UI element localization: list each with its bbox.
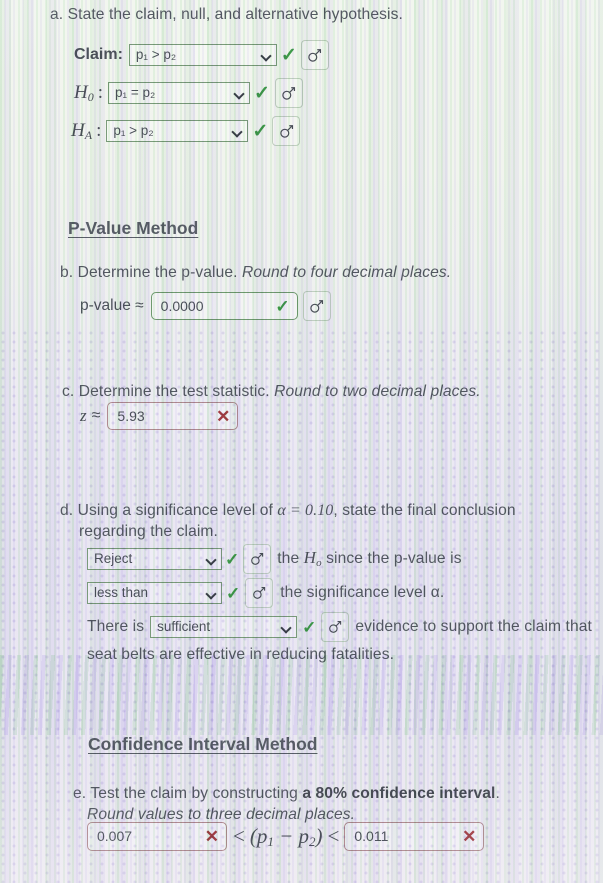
claim-select[interactable]: p₁ > p₂	[128, 44, 277, 66]
comparison-trailing-text: the significance level α.	[280, 584, 445, 602]
part-e-plain1: e. Test the claim by constructing	[73, 785, 303, 802]
mars-symbol-icon	[253, 587, 266, 599]
part-d-prompt-line1: d. Using a significance level of α = 0.1…	[60, 500, 516, 522]
pvalue-correct-check-icon: ✓	[275, 296, 290, 316]
ha-select-value: p₁ > p₂	[113, 122, 154, 138]
sufficiency-select-value: sufficient	[157, 618, 211, 634]
part-c-prompt-plain: c. Determine the test statistic.	[62, 383, 275, 400]
pvalue-label: p-value ≈	[80, 296, 144, 314]
part-e-bold: a 80% confidence interval	[302, 785, 496, 802]
comparison-select[interactable]: less than	[87, 582, 222, 604]
confidence-interval-method-heading: Confidence Interval Method	[88, 734, 318, 754]
z-label: z	[80, 405, 87, 425]
claim-hint-button[interactable]	[300, 40, 329, 70]
h0-row: H0 : p₁ = p₂ ✓	[74, 78, 303, 108]
mars-symbol-icon	[280, 124, 293, 138]
comparison-select-value: less than	[94, 584, 149, 600]
ha-row: HA : p₁ > p₂ ✓	[71, 116, 301, 146]
screenshot-page: a. State the claim, null, and alternativ…	[0, 0, 603, 883]
h0-select[interactable]: p₁ = p₂	[108, 82, 251, 104]
ha-label: HA	[71, 120, 93, 143]
part-d-final-line: seat belts are effective in reducing fat…	[87, 646, 395, 663]
part-d-prompt-b: , state the final conclusion	[333, 502, 516, 519]
chevron-down-icon	[261, 50, 272, 61]
h0-correct-check-icon: ✓	[254, 82, 270, 104]
decision-h-symbol: H	[303, 548, 317, 568]
decision-select[interactable]: Reject	[87, 548, 222, 570]
part-c-prompt: c. Determine the test statistic. Round t…	[62, 381, 481, 402]
confidence-interval-row: 0.007 ✕ < (p1 − p2) < 0.011 ✕	[87, 822, 485, 851]
part-c-prompt-italic: Round to two decimal places.	[274, 383, 481, 400]
ha-select[interactable]: p₁ > p₂	[106, 120, 249, 142]
ha-correct-check-icon: ✓	[252, 120, 269, 142]
part-d-alpha-level: α = 0.10	[277, 502, 334, 519]
ci-lower-value: 0.007	[97, 828, 133, 845]
ci-upper-input[interactable]: 0.011 ✕	[344, 822, 485, 851]
mars-symbol-icon	[282, 86, 296, 100]
claim-row: Claim: p₁ > p₂ ✓	[74, 40, 329, 70]
sufficiency-correct-check-icon: ✓	[302, 617, 317, 637]
claim-label: Claim:	[74, 46, 123, 64]
decision-row: Reject ✓ the Ho since the p-value is	[87, 544, 462, 574]
ha-hint-button[interactable]	[272, 116, 301, 146]
worksheet-content: a. State the claim, null, and alternativ…	[0, 0, 603, 883]
sufficiency-trailing-text: evidence to support the claim that	[355, 618, 592, 636]
ci-expression: (p1 − p2)	[249, 824, 323, 850]
ci-less-than-left: <	[233, 824, 245, 849]
decision-hint-button[interactable]	[243, 544, 272, 574]
chevron-down-icon	[281, 622, 292, 633]
chevron-down-icon	[206, 588, 217, 599]
part-d-prompt-line2: regarding the claim.	[79, 523, 218, 540]
decision-trailing-a: the	[277, 550, 304, 568]
h0-colon: :	[97, 82, 104, 104]
ci-lower-input[interactable]: 0.007 ✕	[87, 822, 227, 851]
chevron-down-icon	[206, 554, 217, 565]
ci-upper-value: 0.011	[354, 828, 389, 845]
pvalue-row: p-value ≈ 0.0000 ✓	[80, 291, 331, 321]
part-d-prompt-a: d. Using a significance level of	[60, 502, 278, 519]
decision-select-value: Reject	[94, 550, 133, 566]
mars-symbol-icon	[308, 48, 322, 62]
pvalue-input-value: 0.0000	[160, 297, 204, 314]
claim-select-value: p₁ > p₂	[135, 46, 177, 62]
z-incorrect-x-icon: ✕	[216, 406, 231, 426]
claim-correct-check-icon: ✓	[280, 44, 297, 66]
z-row: z ≈ 5.93 ✕	[80, 402, 239, 430]
pvalue-hint-button[interactable]	[302, 291, 331, 321]
z-input-value: 5.93	[117, 407, 145, 424]
p-value-method-heading: P-Value Method	[68, 218, 199, 238]
there-is-label: There is	[87, 618, 145, 636]
part-e-prompt-line1: e. Test the claim by constructing a 80% …	[73, 783, 500, 804]
part-b-prompt: b. Determine the p-value. Round to four …	[60, 262, 451, 283]
part-b-prompt-italic: Round to four decimal places.	[242, 264, 452, 281]
comparison-row: less than ✓ the significance level α.	[87, 578, 444, 608]
ci-lower-incorrect-x-icon: ✕	[204, 827, 219, 846]
sufficiency-select[interactable]: sufficient	[150, 616, 298, 638]
z-approx-symbol: ≈	[91, 407, 101, 425]
h0-label: H0	[74, 82, 94, 105]
decision-trailing-b: since the p-value is	[321, 550, 462, 568]
mars-symbol-icon	[310, 299, 324, 313]
sufficiency-hint-button[interactable]	[321, 612, 350, 642]
mars-symbol-icon	[251, 553, 264, 565]
ha-colon: :	[96, 120, 102, 142]
comparison-hint-button[interactable]	[245, 578, 274, 608]
pvalue-input[interactable]: 0.0000 ✓	[150, 292, 298, 320]
ci-less-than-right: <	[327, 824, 340, 849]
h0-select-value: p₁ = p₂	[115, 84, 156, 100]
part-b-prompt-plain: b. Determine the p-value.	[60, 264, 243, 281]
part-a-prompt: a. State the claim, null, and alternativ…	[50, 6, 403, 23]
chevron-down-icon	[234, 88, 245, 99]
z-input[interactable]: 5.93 ✕	[107, 402, 239, 430]
h0-hint-button[interactable]	[274, 78, 303, 108]
comparison-correct-check-icon: ✓	[226, 583, 241, 603]
part-e-plain2: .	[495, 785, 500, 802]
ci-upper-incorrect-x-icon: ✕	[462, 827, 477, 846]
mars-symbol-icon	[329, 621, 342, 633]
decision-trailing-text: the Ho since the p-value is	[277, 547, 461, 571]
sufficiency-row: There is sufficient ✓ evidence to suppor…	[87, 612, 592, 642]
chevron-down-icon	[232, 126, 243, 137]
decision-correct-check-icon: ✓	[225, 549, 240, 569]
